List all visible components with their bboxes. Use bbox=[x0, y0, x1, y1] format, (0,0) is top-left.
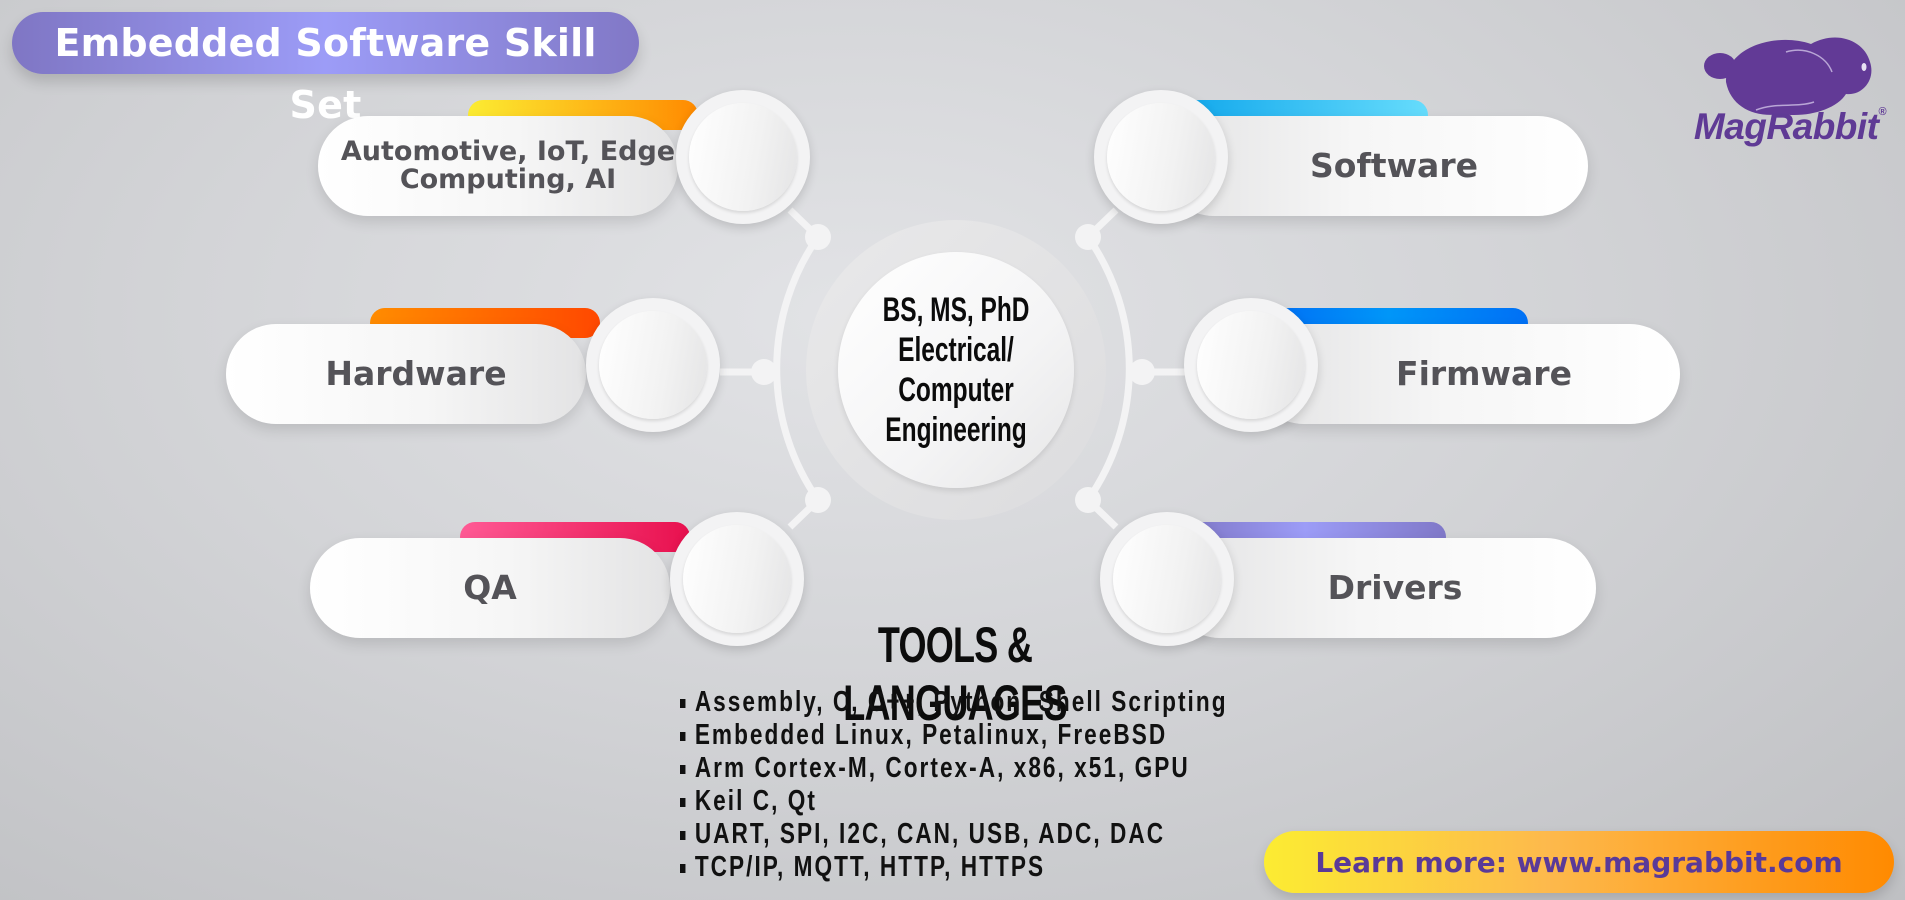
skill-node-circle bbox=[586, 298, 720, 432]
tools-item: UART, SPI, I2C, CAN, USB, ADC, DAC bbox=[680, 818, 1228, 851]
tools-item: Embedded Linux, Petalinux, FreeBSD bbox=[680, 719, 1228, 752]
tools-item: Keil C, Qt bbox=[680, 785, 1228, 818]
tools-item: Assembly, C, C++, Python, Shell Scriptin… bbox=[680, 686, 1228, 719]
center-hub: BS, MS, PhD Electrical/ Computer Enginee… bbox=[838, 252, 1074, 488]
bullet-icon bbox=[680, 731, 686, 741]
learn-more-link[interactable]: Learn more: www.magrabbit.com bbox=[1264, 831, 1894, 893]
skill-label: Hardware bbox=[325, 353, 507, 393]
skill-node-circle bbox=[676, 90, 810, 224]
bullet-icon bbox=[680, 797, 686, 807]
skill-node-circle bbox=[1184, 298, 1318, 432]
skill-label: Automotive, IoT, Edge Computing, AI bbox=[340, 135, 676, 195]
bullet-icon bbox=[680, 764, 686, 774]
center-degree-text: BS, MS, PhD Electrical/ Computer Enginee… bbox=[882, 291, 1030, 449]
connector-node bbox=[805, 224, 831, 250]
skill-node-circle bbox=[1094, 90, 1228, 224]
skill-label: Drivers bbox=[1327, 567, 1463, 607]
connector-node bbox=[1075, 487, 1101, 513]
tools-item: TCP/IP, MQTT, HTTP, HTTPS bbox=[680, 851, 1228, 884]
skill-label: Firmware bbox=[1396, 353, 1572, 393]
bullet-icon bbox=[680, 863, 686, 873]
tools-item: Arm Cortex-M, Cortex-A, x86, x51, GPU bbox=[680, 752, 1228, 785]
bullet-icon bbox=[680, 830, 686, 840]
skill-label: QA bbox=[463, 567, 517, 607]
connector-node bbox=[1129, 359, 1155, 385]
connector-node bbox=[751, 359, 777, 385]
skill-label: Software bbox=[1310, 145, 1478, 185]
connector-node bbox=[1075, 224, 1101, 250]
connector-node bbox=[805, 487, 831, 513]
bullet-icon bbox=[680, 698, 686, 708]
